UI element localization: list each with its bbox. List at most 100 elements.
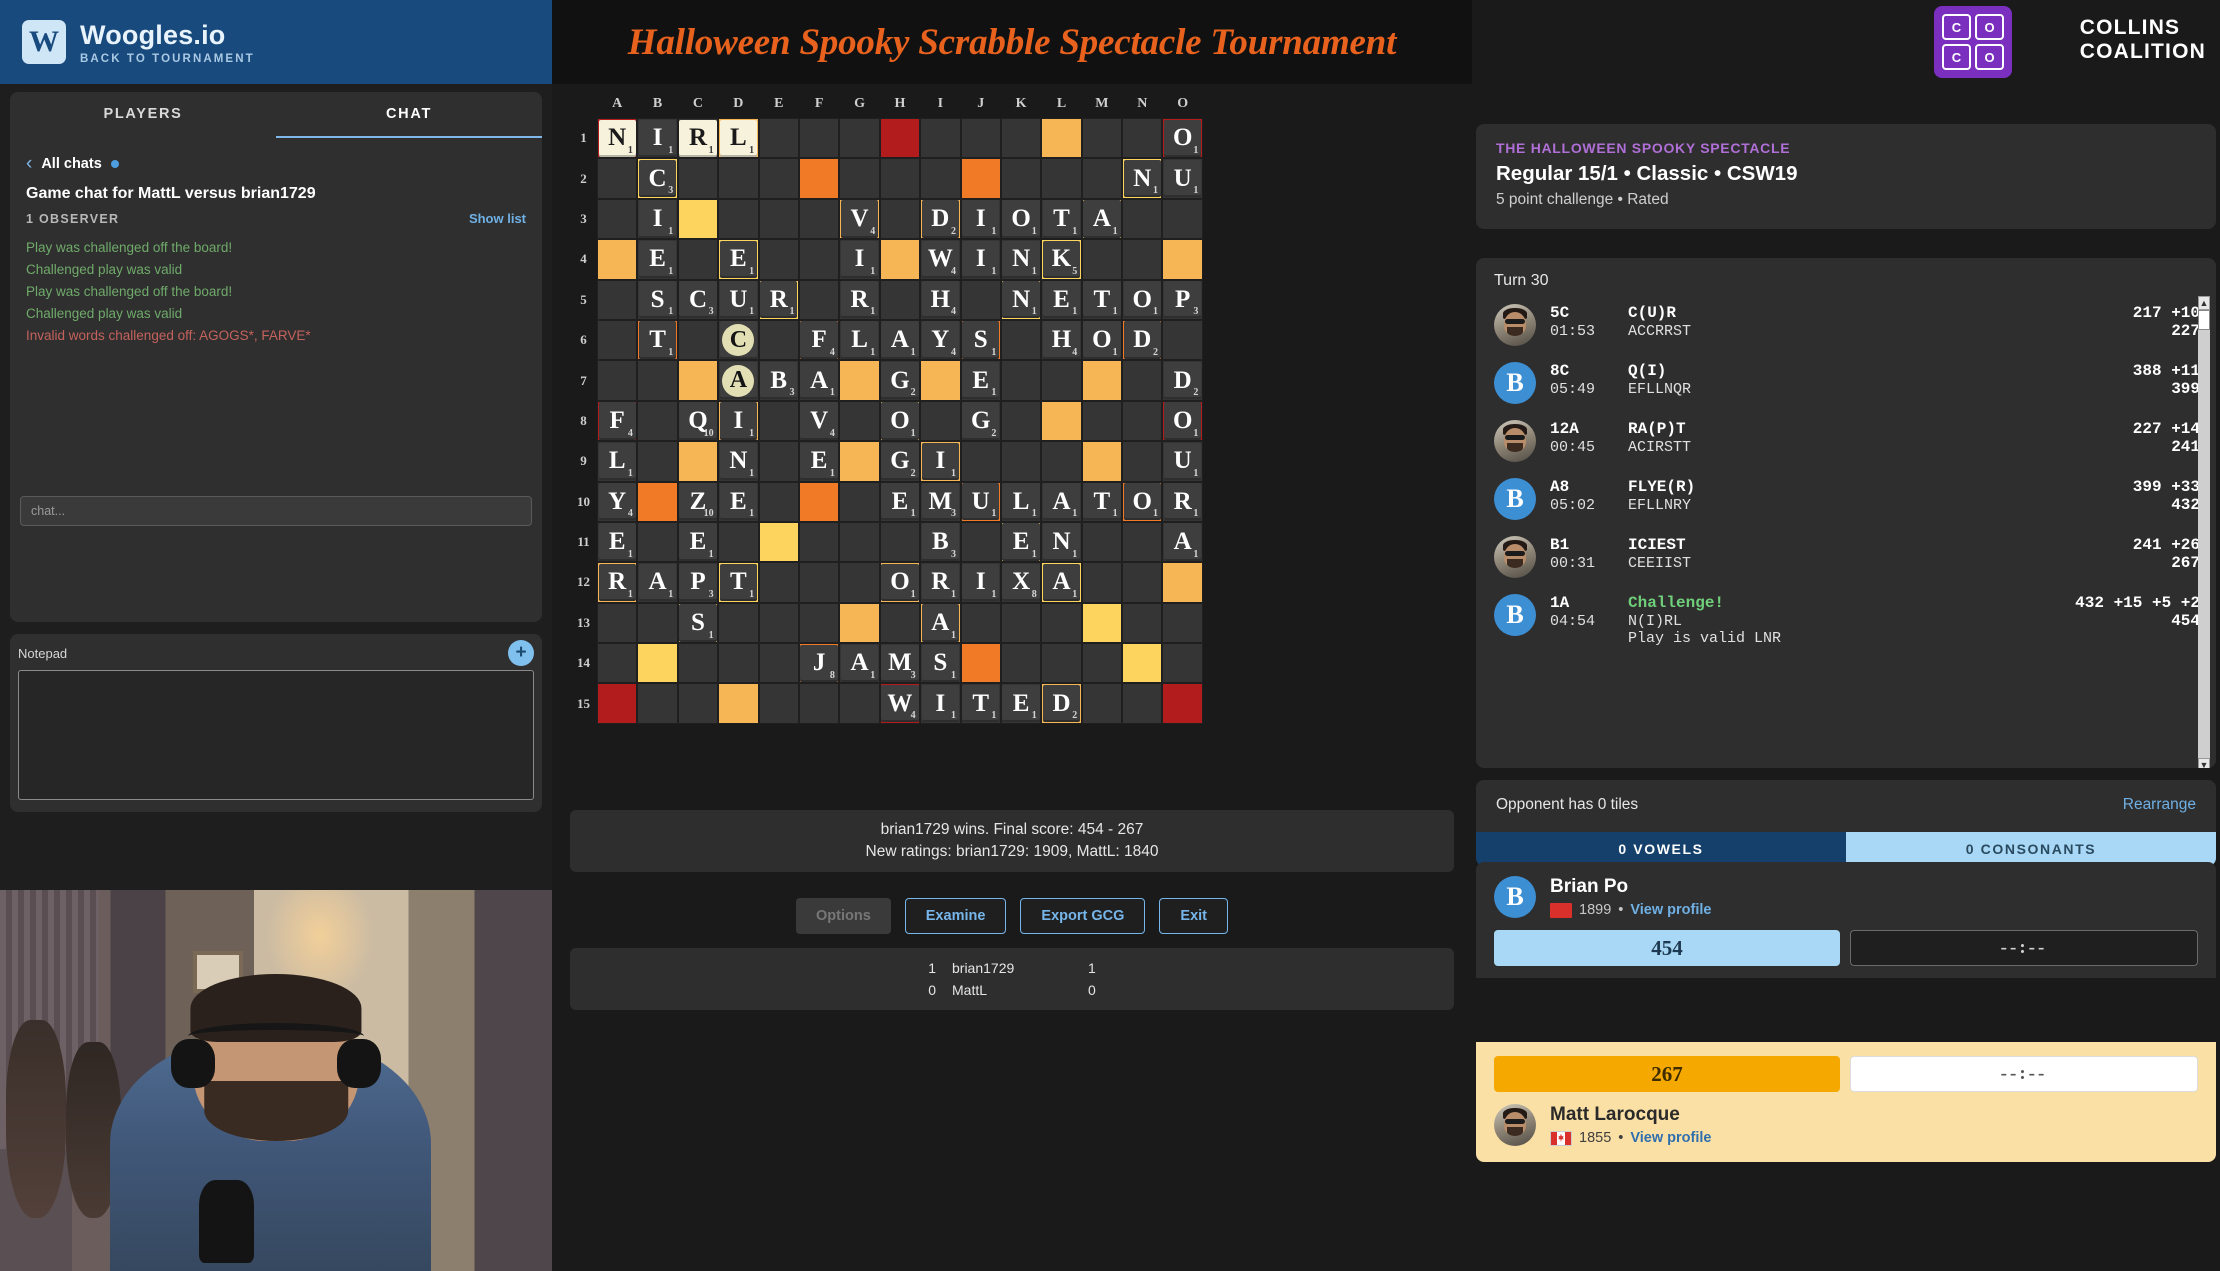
board-cell-I13[interactable]: A1 bbox=[920, 602, 961, 644]
board-cell-D6[interactable]: C bbox=[718, 319, 759, 361]
scrabble-board[interactable]: ABCDEFGHIJKLMNO 1N1I1R1L1O12C3N1U13I1V4D… bbox=[570, 96, 1454, 724]
board-cell-M12[interactable] bbox=[1081, 562, 1123, 603]
board-cell-N8[interactable] bbox=[1122, 400, 1163, 442]
board-cell-D11[interactable] bbox=[718, 521, 759, 563]
board-cell-E11[interactable] bbox=[758, 521, 799, 563]
board-cell-I10[interactable]: M3 bbox=[920, 481, 961, 522]
board-cell-A10[interactable]: Y4 bbox=[597, 481, 638, 522]
turn-row[interactable]: B 8C Q(I) 388 +11 05:49 EFLLNQR 399 bbox=[1494, 356, 2200, 414]
board-cell-M9[interactable] bbox=[1081, 441, 1123, 482]
board-cell-J8[interactable]: G2 bbox=[960, 400, 1001, 442]
board-cell-O4[interactable] bbox=[1162, 239, 1203, 280]
board-cell-O14[interactable] bbox=[1162, 643, 1203, 684]
board-cell-I5[interactable]: H4 bbox=[920, 279, 961, 320]
board-cell-J15[interactable]: T1 bbox=[960, 683, 1001, 724]
board-cell-M10[interactable]: T1 bbox=[1081, 481, 1123, 522]
board-cell-K3[interactable]: O1 bbox=[1000, 198, 1042, 240]
board-cell-K12[interactable]: X8 bbox=[1000, 562, 1042, 603]
notepad-add-icon[interactable]: + bbox=[508, 640, 534, 666]
board-cell-H2[interactable] bbox=[879, 158, 921, 199]
board-cell-O11[interactable]: A1 bbox=[1162, 521, 1203, 563]
board-cell-E14[interactable] bbox=[758, 643, 799, 684]
notepad-textarea[interactable] bbox=[18, 670, 534, 800]
board-cell-D12[interactable]: T1 bbox=[718, 562, 759, 603]
view-profile-link[interactable]: View profile bbox=[1630, 1130, 1711, 1146]
board-cell-L11[interactable]: N1 bbox=[1041, 521, 1082, 563]
turn-list-scroll-thumb[interactable] bbox=[2198, 310, 2210, 330]
turn-list-scrollbar[interactable] bbox=[2198, 310, 2210, 758]
board-cell-C2[interactable] bbox=[677, 158, 719, 199]
board-cell-I4[interactable]: W4 bbox=[920, 239, 961, 280]
board-cell-F13[interactable] bbox=[798, 602, 840, 644]
board-cell-F14[interactable]: J8 bbox=[798, 643, 840, 684]
board-cell-D1[interactable]: L1 bbox=[718, 118, 759, 159]
board-cell-C3[interactable] bbox=[677, 198, 719, 240]
board-cell-E5[interactable]: R1 bbox=[758, 279, 799, 320]
board-cell-C12[interactable]: P3 bbox=[677, 562, 719, 603]
board-cell-E3[interactable] bbox=[758, 198, 799, 240]
board-cell-I1[interactable] bbox=[920, 118, 961, 159]
board-cell-L3[interactable]: T1 bbox=[1041, 198, 1082, 240]
board-cell-M4[interactable] bbox=[1081, 239, 1123, 280]
board-cell-G8[interactable] bbox=[839, 400, 880, 442]
board-cell-O3[interactable] bbox=[1162, 198, 1203, 240]
board-cell-K7[interactable] bbox=[1000, 360, 1042, 401]
board-cell-D8[interactable]: I1 bbox=[718, 400, 759, 442]
turn-row[interactable]: 12A RA(P)T 227 +14 00:45 ACIRSTT 241 bbox=[1494, 414, 2200, 472]
board-cell-F9[interactable]: E1 bbox=[798, 441, 840, 482]
board-cell-J4[interactable]: I1 bbox=[960, 239, 1001, 280]
board-cell-H12[interactable]: O1 bbox=[879, 562, 921, 603]
board-cell-A7[interactable] bbox=[597, 360, 638, 401]
board-cell-F1[interactable] bbox=[798, 118, 840, 159]
board-cell-L5[interactable]: E1 bbox=[1041, 279, 1082, 320]
board-cell-O15[interactable] bbox=[1162, 683, 1203, 724]
avatar[interactable]: B bbox=[1494, 362, 1536, 404]
board-cell-A1[interactable]: N1 bbox=[597, 118, 638, 159]
board-cell-G3[interactable]: V4 bbox=[839, 198, 880, 240]
board-cell-O5[interactable]: P3 bbox=[1162, 279, 1203, 320]
board-cell-D9[interactable]: N1 bbox=[718, 441, 759, 482]
board-cell-D14[interactable] bbox=[718, 643, 759, 684]
board-cell-K6[interactable] bbox=[1000, 319, 1042, 361]
board-cell-D4[interactable]: E1 bbox=[718, 239, 759, 280]
board-cell-K10[interactable]: L1 bbox=[1000, 481, 1042, 522]
board-cell-N14[interactable] bbox=[1122, 643, 1163, 684]
board-cell-B15[interactable] bbox=[637, 683, 678, 724]
board-cell-C11[interactable]: E1 bbox=[677, 521, 719, 563]
board-cell-F5[interactable] bbox=[798, 279, 840, 320]
board-cell-H11[interactable] bbox=[879, 521, 921, 563]
board-cell-K11[interactable]: E1 bbox=[1000, 521, 1042, 563]
board-cell-K14[interactable] bbox=[1000, 643, 1042, 684]
all-chats-row[interactable]: ‹ All chats bbox=[10, 138, 542, 173]
board-cell-N9[interactable] bbox=[1122, 441, 1163, 482]
board-cell-G1[interactable] bbox=[839, 118, 880, 159]
board-cell-D13[interactable] bbox=[718, 602, 759, 644]
board-cell-A12[interactable]: R1 bbox=[597, 562, 638, 603]
board-cell-K1[interactable] bbox=[1000, 118, 1042, 159]
board-cell-B8[interactable] bbox=[637, 400, 678, 442]
board-cell-D7[interactable]: A bbox=[718, 360, 759, 401]
board-cell-K4[interactable]: N1 bbox=[1000, 239, 1042, 280]
board-cell-N15[interactable] bbox=[1122, 683, 1163, 724]
board-grid[interactable]: 1N1I1R1L1O12C3N1U13I1V4D2I1O1T1A14E1E1I1… bbox=[570, 118, 1454, 724]
board-cell-B11[interactable] bbox=[637, 521, 678, 563]
board-cell-J10[interactable]: U1 bbox=[960, 481, 1001, 522]
board-cell-B12[interactable]: A1 bbox=[637, 562, 678, 603]
board-cell-H4[interactable] bbox=[879, 239, 921, 280]
board-cell-N13[interactable] bbox=[1122, 602, 1163, 644]
board-cell-F3[interactable] bbox=[798, 198, 840, 240]
board-cell-O7[interactable]: D2 bbox=[1162, 360, 1203, 401]
board-cell-B5[interactable]: S1 bbox=[637, 279, 678, 320]
view-profile-link[interactable]: View profile bbox=[1630, 902, 1711, 918]
board-cell-E4[interactable] bbox=[758, 239, 799, 280]
board-cell-K13[interactable] bbox=[1000, 602, 1042, 644]
board-cell-C15[interactable] bbox=[677, 683, 719, 724]
avatar[interactable] bbox=[1494, 304, 1536, 346]
board-cell-C5[interactable]: C3 bbox=[677, 279, 719, 320]
board-cell-G2[interactable] bbox=[839, 158, 880, 199]
tab-chat[interactable]: CHAT bbox=[276, 92, 542, 138]
board-cell-L4[interactable]: K5 bbox=[1041, 239, 1082, 280]
board-cell-M11[interactable] bbox=[1081, 521, 1123, 563]
board-cell-B13[interactable] bbox=[637, 602, 678, 644]
back-to-tournament-link[interactable]: BACK TO TOURNAMENT bbox=[80, 53, 255, 65]
